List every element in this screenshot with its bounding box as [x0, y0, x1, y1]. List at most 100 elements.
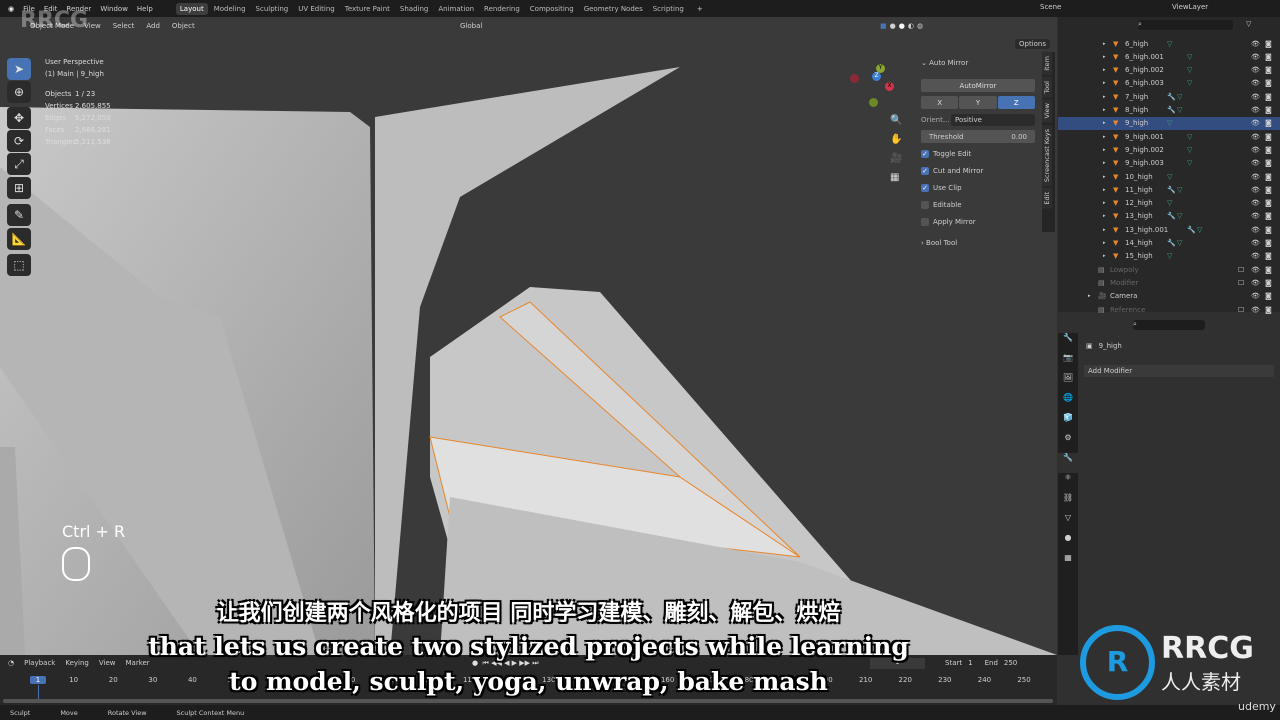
expand-arrow-icon[interactable]: ▸ [1088, 293, 1098, 299]
visibility-eye-icon[interactable]: 👁 [1251, 119, 1260, 127]
menu-window[interactable]: Window [100, 5, 128, 13]
outliner-item[interactable]: ▸ ▼ 9_high ▽ 👁 ◙ [1058, 116, 1280, 130]
expand-arrow-icon[interactable]: ▸ [1103, 253, 1113, 259]
render-camera-icon[interactable]: ◙ [1265, 79, 1272, 87]
blender-logo-icon[interactable]: ◉ [8, 5, 14, 13]
visibility-eye-icon[interactable]: 👁 [1251, 212, 1260, 220]
tab-rendering[interactable]: Rendering [480, 3, 524, 15]
render-camera-icon[interactable]: ◙ [1265, 292, 1272, 300]
transform-orientation[interactable]: Global [460, 22, 482, 30]
checkbox-use-clip[interactable]: ✓ Use Clip [921, 181, 1035, 194]
visibility-eye-icon[interactable]: 👁 [1251, 199, 1260, 207]
visibility-eye-icon[interactable]: 👁 [1251, 252, 1260, 260]
outliner-item[interactable]: ▸ ▼ 11_high 🔧 ▽ 👁 ◙ [1058, 183, 1280, 196]
tab-uv-editing[interactable]: UV Editing [294, 3, 339, 15]
gizmo-x-icon[interactable]: X [885, 82, 894, 91]
expand-arrow-icon[interactable]: ▸ [1103, 213, 1113, 219]
menu-help[interactable]: Help [137, 5, 153, 13]
scale-tool[interactable]: ⤢ [7, 153, 31, 175]
viewport-menu-select[interactable]: Select [113, 22, 135, 30]
properties-tab-icon[interactable]: 🖼 [1058, 373, 1078, 393]
sidebar-tab-edit[interactable]: Edit [1042, 187, 1052, 209]
add-cube-tool[interactable]: ⬚ [7, 254, 31, 276]
properties-tab-icon[interactable]: ▦ [1058, 553, 1078, 573]
options-dropdown[interactable]: Options [1015, 39, 1051, 49]
visibility-eye-icon[interactable]: 👁 [1251, 186, 1260, 194]
render-camera-icon[interactable]: ◙ [1265, 306, 1272, 314]
visibility-eye-icon[interactable]: 👁 [1251, 106, 1260, 114]
move-tool[interactable]: ✥ [7, 107, 31, 129]
visibility-eye-icon[interactable]: 👁 [1251, 66, 1260, 74]
outliner-search-input[interactable]: ⌕ [1138, 20, 1233, 30]
select-tool[interactable]: ➤ [7, 58, 31, 80]
expand-arrow-icon[interactable]: ▸ [1103, 187, 1113, 193]
render-camera-icon[interactable]: ◙ [1265, 93, 1272, 101]
mirror-axis-y[interactable]: Y [959, 96, 997, 109]
transform-tool[interactable]: ⊞ [7, 177, 31, 199]
visibility-eye-icon[interactable]: 👁 [1251, 292, 1260, 300]
pan-icon[interactable]: ✋ [890, 134, 902, 145]
outliner-item[interactable]: ▸ ▼ 8_high 🔧 ▽ 👁 ◙ [1058, 104, 1280, 117]
outliner-item[interactable]: ▸ ▼ 10_high ▽ 👁 ◙ [1058, 170, 1280, 183]
expand-arrow-icon[interactable]: ▸ [1103, 107, 1113, 113]
outliner-item[interactable]: ▸ ▼ 6_high.003 ▽ 👁 ◙ [1058, 77, 1280, 90]
tab-compositing[interactable]: Compositing [526, 3, 578, 15]
sidebar-tab-screencast-keys[interactable]: Screencast Keys [1042, 124, 1052, 186]
expand-arrow-icon[interactable]: ▸ [1103, 41, 1113, 47]
expand-arrow-icon[interactable]: ▸ [1103, 174, 1113, 180]
measure-tool[interactable]: 📐 [7, 228, 31, 250]
render-camera-icon[interactable]: ◙ [1265, 252, 1272, 260]
tab-animation[interactable]: Animation [434, 3, 478, 15]
render-camera-icon[interactable]: ◙ [1265, 159, 1272, 167]
visibility-eye-icon[interactable]: 👁 [1251, 93, 1260, 101]
grid-icon[interactable]: ▦ [890, 172, 902, 183]
checkbox-icon[interactable]: ✓ [921, 166, 929, 175]
gizmo-z-icon[interactable]: Z [872, 72, 881, 81]
visibility-eye-icon[interactable]: 👁 [1251, 239, 1260, 247]
tab-shading[interactable]: Shading [396, 3, 432, 15]
render-camera-icon[interactable]: ◙ [1265, 239, 1272, 247]
sidebar-tab-tool[interactable]: Tool [1042, 76, 1052, 98]
outliner-item[interactable]: ▸ ▼ 9_high.001 ▽ 👁 ◙ [1058, 130, 1280, 143]
mirror-axis-x[interactable]: X [921, 96, 959, 109]
filter-icon[interactable]: ▽ [1246, 20, 1251, 28]
properties-tab-icon[interactable]: 🔧 [1058, 453, 1078, 473]
automirror-button[interactable]: AutoMirror [921, 79, 1035, 92]
exclude-checkbox[interactable]: ☐ [1238, 266, 1244, 274]
properties-tab-icon[interactable]: 📷 [1058, 353, 1078, 373]
tab-modeling[interactable]: Modeling [210, 3, 250, 15]
tab-scripting[interactable]: Scripting [649, 3, 688, 15]
camera-view-icon[interactable]: 🎥 [890, 153, 902, 164]
outliner-item[interactable]: ▸ ▼ 6_high.001 ▽ 👁 ◙ [1058, 50, 1280, 63]
view-layer-selector[interactable]: ViewLayer [1172, 3, 1208, 11]
render-camera-icon[interactable]: ◙ [1265, 66, 1272, 74]
render-camera-icon[interactable]: ◙ [1265, 279, 1272, 287]
rotate-tool[interactable]: ⟳ [7, 130, 31, 152]
expand-arrow-icon[interactable]: ▸ [1103, 94, 1113, 100]
outliner-item[interactable]: ▸ ▼ 13_high 🔧 ▽ 👁 ◙ [1058, 210, 1280, 223]
annotate-tool[interactable]: ✎ [7, 204, 31, 226]
tab-texture-paint[interactable]: Texture Paint [341, 3, 394, 15]
render-camera-icon[interactable]: ◙ [1265, 146, 1272, 154]
expand-arrow-icon[interactable]: ▸ [1103, 240, 1113, 246]
render-camera-icon[interactable]: ◙ [1265, 40, 1272, 48]
expand-arrow-icon[interactable]: ▸ [1103, 67, 1113, 73]
visibility-eye-icon[interactable]: 👁 [1251, 146, 1260, 154]
visibility-eye-icon[interactable]: 👁 [1251, 266, 1260, 274]
checkbox-icon[interactable] [921, 217, 929, 226]
auto-mirror-header[interactable]: ⌄ Auto Mirror [921, 56, 1035, 69]
visibility-eye-icon[interactable]: 👁 [1251, 173, 1260, 181]
expand-arrow-icon[interactable]: ▸ [1103, 200, 1113, 206]
properties-tab-icon[interactable]: 🧊 [1058, 413, 1078, 433]
visibility-eye-icon[interactable]: 👁 [1251, 53, 1260, 61]
mirror-axis-z[interactable]: Z [997, 96, 1035, 109]
render-camera-icon[interactable]: ◙ [1265, 226, 1272, 234]
properties-tab-icon[interactable]: ⚛ [1058, 473, 1078, 493]
expand-arrow-icon[interactable]: ▸ [1103, 147, 1113, 153]
properties-tab-icon[interactable]: ⛓ [1058, 493, 1078, 513]
properties-search-input[interactable]: ⌕ [1133, 320, 1205, 330]
outliner-item[interactable]: ▸ ▼ 9_high.003 ▽ 👁 ◙ [1058, 157, 1280, 170]
outliner-item[interactable]: ▸ ▼ 13_high.001 🔧 ▽ 👁 ◙ [1058, 223, 1280, 236]
outliner-item[interactable]: ▸ ▼ 14_high 🔧 ▽ 👁 ◙ [1058, 237, 1280, 250]
outliner-item[interactable]: ▸ ▼ 12_high ▽ 👁 ◙ [1058, 197, 1280, 210]
